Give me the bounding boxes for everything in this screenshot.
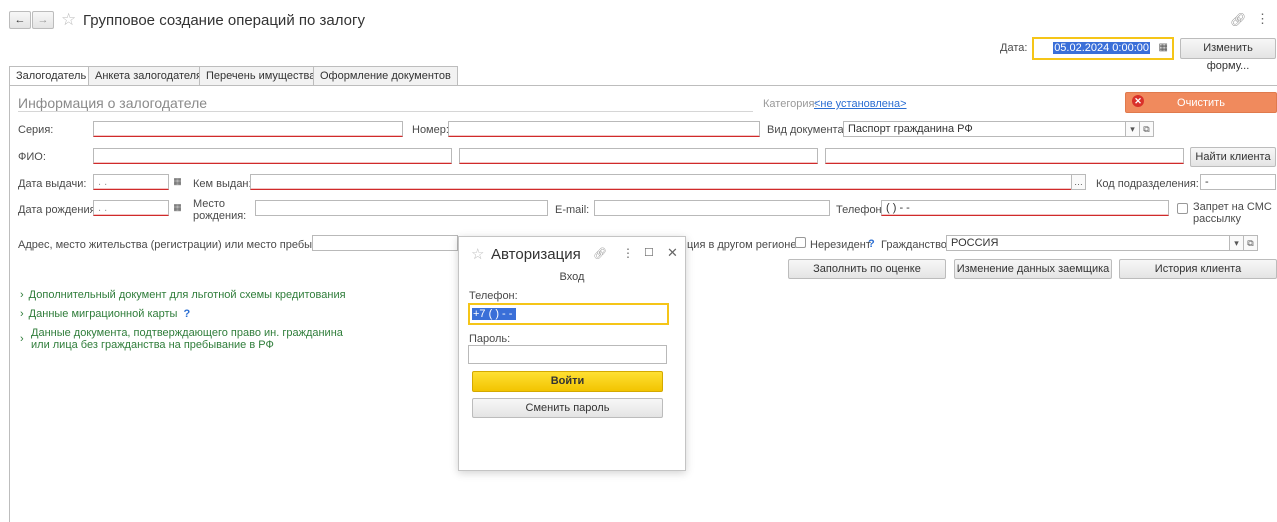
- window-title: Групповое создание операций по залогу: [83, 12, 365, 29]
- last-name-input[interactable]: [93, 148, 452, 164]
- dialog-more-icon[interactable]: ⋮: [622, 246, 634, 260]
- migration-help-icon[interactable]: ?: [184, 308, 191, 320]
- chevron-right-icon: ›: [20, 308, 24, 320]
- phone-input[interactable]: ( ) - -: [881, 200, 1169, 216]
- issued-by-select-icon[interactable]: …: [1071, 174, 1086, 190]
- issued-by-label: Кем выдан:: [193, 178, 252, 190]
- change-form-button[interactable]: Изменить форму...: [1180, 38, 1276, 72]
- category-link[interactable]: <не установлена>: [814, 98, 907, 110]
- birth-date-input[interactable]: . .: [93, 200, 169, 216]
- other-region-label: ция в другом регионе: [687, 239, 797, 251]
- calendar-icon[interactable]: ▦: [1159, 42, 1168, 53]
- number-input[interactable]: [448, 121, 760, 137]
- dialog-subtitle: Вход: [559, 271, 585, 283]
- foreign-doc-label-1: Данные документа, подтверждающего право …: [31, 327, 343, 339]
- doc-type-dropdown-icon[interactable]: ▾: [1125, 121, 1140, 137]
- number-label: Номер:: [412, 124, 449, 136]
- phone-label: Телефон:: [836, 204, 885, 216]
- fill-by-rating-button[interactable]: Заполнить по оценке: [788, 259, 946, 279]
- dialog-title: Авторизация: [491, 246, 581, 263]
- citizenship-select[interactable]: РОССИЯ: [946, 235, 1230, 251]
- login-button[interactable]: Войти: [472, 371, 663, 392]
- auth-dialog: ☆ Авторизация 🔗︎ ⋮ ☐ ✕ Вход Телефон: +7 …: [458, 236, 686, 471]
- dialog-star-icon[interactable]: ☆: [471, 245, 484, 263]
- birth-place-input[interactable]: [255, 200, 548, 216]
- nonresident-label: Нерезидент: [810, 239, 871, 251]
- forward-button[interactable]: →: [32, 11, 54, 29]
- citizenship-open-icon[interactable]: ⧉: [1243, 235, 1258, 251]
- chevron-right-icon: ›: [20, 289, 24, 301]
- doc-type-select[interactable]: Паспорт гражданина РФ: [843, 121, 1126, 137]
- clear-button-label: Очистить: [1177, 97, 1225, 109]
- link-icon[interactable]: 🔗︎: [1230, 12, 1247, 28]
- issued-by-input[interactable]: [250, 174, 1072, 190]
- dialog-close-icon[interactable]: ✕: [667, 245, 678, 261]
- section-underline: [18, 111, 753, 112]
- dialog-maximize-icon[interactable]: ☐: [644, 246, 654, 259]
- subdivision-label: Код подразделения:: [1096, 178, 1199, 190]
- birth-place-label: Место рождения:: [193, 198, 247, 222]
- extra-doc-expander[interactable]: › Дополнительный документ для льготной сх…: [20, 289, 346, 301]
- date-value: 05.02.2024 0:00:00: [1053, 42, 1150, 54]
- extra-doc-label: Дополнительный документ для льготной схе…: [28, 289, 346, 301]
- favorite-star-icon[interactable]: ☆: [61, 10, 76, 30]
- email-input[interactable]: [594, 200, 830, 216]
- section-title: Информация о залогодателе: [18, 95, 208, 111]
- nonresident-checkbox[interactable]: [795, 237, 806, 248]
- series-input[interactable]: [93, 121, 403, 137]
- citizenship-dropdown-icon[interactable]: ▾: [1229, 235, 1244, 251]
- dialog-password-label: Пароль:: [469, 333, 511, 345]
- address-label: Адрес, место жительства (регистрации) ил…: [18, 239, 346, 251]
- client-history-button[interactable]: История клиента: [1119, 259, 1277, 279]
- date-label: Дата:: [1000, 42, 1028, 54]
- doc-type-label: Вид документа:: [767, 124, 847, 136]
- migration-card-expander[interactable]: › Данные миграционной карты ?: [20, 308, 190, 320]
- tab-property-list[interactable]: Перечень имущества: [199, 66, 323, 85]
- address-input[interactable]: [312, 235, 458, 251]
- migration-card-label: Данные миграционной карты: [28, 308, 178, 320]
- dialog-phone-label: Телефон:: [469, 290, 518, 302]
- find-client-button[interactable]: Найти клиента: [1190, 147, 1276, 167]
- birth-date-calendar-icon[interactable]: ▦: [170, 200, 185, 216]
- tab-documents[interactable]: Оформление документов: [313, 66, 458, 85]
- dialog-phone-value: +7 ( ) - -: [472, 308, 517, 320]
- foreign-doc-label-2: или лица без гражданства на пребывание в…: [31, 339, 274, 351]
- dialog-link-icon[interactable]: 🔗︎: [593, 247, 607, 260]
- issue-date-input[interactable]: . .: [93, 174, 169, 190]
- sms-refuse-label: Запрет на СМС рассылку: [1193, 201, 1272, 225]
- issue-date-label: Дата выдачи:: [18, 178, 87, 190]
- clear-button[interactable]: ✕ Очистить: [1125, 92, 1277, 113]
- chevron-right-icon: ›: [20, 333, 24, 345]
- back-button[interactable]: ←: [9, 11, 31, 29]
- subdivision-input[interactable]: -: [1200, 174, 1276, 190]
- tab-pledger[interactable]: Залогодатель: [9, 66, 94, 86]
- dialog-phone-input[interactable]: +7 ( ) - -: [468, 303, 669, 325]
- series-label: Серия:: [18, 124, 54, 136]
- citizenship-label: Гражданство:: [881, 239, 950, 251]
- nonresident-help-icon[interactable]: ?: [868, 238, 875, 250]
- dialog-password-input[interactable]: [468, 345, 667, 364]
- sms-refuse-checkbox[interactable]: [1177, 203, 1188, 214]
- category-label: Категория:: [763, 98, 818, 110]
- tab-pledger-questionnaire[interactable]: Анкета залогодателя: [88, 66, 209, 85]
- foreign-doc-expander[interactable]: › Данные документа, подтверждающего прав…: [20, 327, 343, 351]
- email-label: E-mail:: [555, 204, 590, 216]
- more-menu-icon[interactable]: ⋮: [1256, 11, 1269, 27]
- date-field[interactable]: 05.02.2024 0:00:00 ▦: [1032, 37, 1174, 60]
- first-name-input[interactable]: [459, 148, 818, 164]
- fio-label: ФИО:: [18, 151, 46, 163]
- doc-type-open-icon[interactable]: ⧉: [1139, 121, 1154, 137]
- birth-date-label: Дата рождения:: [18, 204, 99, 216]
- middle-name-input[interactable]: [825, 148, 1184, 164]
- change-password-button[interactable]: Сменить пароль: [472, 398, 663, 418]
- issue-date-calendar-icon[interactable]: ▦: [170, 174, 185, 190]
- change-borrower-data-button[interactable]: Изменение данных заемщика: [954, 259, 1112, 279]
